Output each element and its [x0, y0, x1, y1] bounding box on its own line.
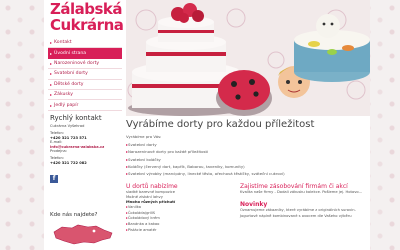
logo-line-2: Cukrárna	[50, 16, 124, 34]
nav-item-label: Svatební dorty	[54, 71, 88, 77]
nav-arrow-icon: ▸	[50, 50, 53, 56]
contact-shop-phone: +420 321 722 082	[50, 160, 87, 165]
supply-text: Kvalita naše firmy - Dodali zákusku kole…	[240, 190, 363, 194]
nav-item[interactable]: ▸ Zákusky	[48, 90, 122, 101]
news-item-1: Oznamujeme zákazníky, které vyrábíme z o…	[240, 207, 356, 212]
service-item: Koláčky (červený dort, kapřík, Baborou, …	[126, 163, 370, 170]
intro-text: Vyrábíme pro Vás:	[126, 134, 162, 139]
news-item-2: Jogurtové náplně kombinované s ovocem dl…	[240, 214, 352, 219]
nav-arrow-icon: ▸	[50, 71, 53, 77]
nav-item[interactable]: ▸ Narozeninové dorty	[48, 59, 122, 70]
nav-item-label: Úvodní strana	[54, 50, 87, 56]
contact-title: Rychlý kontakt	[50, 114, 102, 122]
news-title: Novinky	[240, 200, 268, 208]
offer-line-2: Možné získání lahvy	[126, 194, 163, 199]
nav-item-label: Narozeninové dorty	[54, 60, 100, 66]
nav-arrow-icon: ▸	[50, 102, 53, 108]
map-title: Kde nás najdete?	[50, 212, 98, 218]
nav-item[interactable]: ▸ Svatební dorty	[48, 69, 122, 80]
nav-item[interactable]: ▸ Úvodní strana	[48, 48, 122, 59]
service-item: Svatební dorty	[126, 141, 370, 148]
hero-cake-image	[126, 0, 370, 116]
supply-title: Zajistíme zásobování firmám či akcí	[240, 183, 348, 190]
nav-item-label: Jedlý papír	[54, 102, 79, 108]
offer-title: U dortů nabízíme	[126, 183, 178, 190]
nav-item-label: Zákusky	[54, 92, 74, 98]
nav-item-label: Dětské dorty	[54, 81, 84, 87]
page-title: Vyrábíme dorty pro každou příležitost	[126, 119, 315, 130]
nav-arrow-icon: ▸	[50, 81, 53, 87]
nav-item[interactable]: ▸ Kontakt	[48, 38, 122, 49]
nav-item[interactable]: ▸ Jedlý papír	[48, 100, 122, 111]
logo-line-1: Zálabská	[50, 0, 123, 18]
nav-arrow-icon: ▸	[50, 92, 53, 98]
nav-arrow-icon: ▸	[50, 40, 53, 46]
service-item: Svatební koláčky	[126, 156, 370, 163]
flavour-item: Pistácie amatér	[126, 228, 234, 234]
service-item: Narozeninové dorty pro každé příležitost…	[126, 148, 370, 155]
service-item: Svatební výrobky (marcipány, linecké těs…	[126, 170, 370, 177]
nav-arrow-icon: ▸	[50, 60, 53, 66]
czech-map-icon[interactable]	[48, 222, 118, 246]
supply-section: Zajistíme zásobování firmám či akcí Kval…	[240, 183, 368, 221]
nav-item[interactable]: ▸ Dětské dorty	[48, 80, 122, 90]
site-logo[interactable]: Zálabská Cukrárna	[50, 2, 124, 33]
facebook-icon[interactable]: f	[50, 175, 58, 184]
quick-contact: Rychlý kontakt Cukrárna Vyšehrad Telefon…	[50, 114, 122, 184]
main-navigation: ▸ Kontakt ▸ Úvodní strana ▸ Narozeninové dort…	[48, 38, 122, 111]
services-list: Svatební dortyNarozeninové dorty pro kaž…	[126, 141, 370, 177]
offer-section: U dortů nabízíme sladké barevné kompozic…	[126, 183, 234, 233]
nav-item-label: Kontakt	[54, 40, 72, 46]
flavours-list: VanilkaČokoláda/grilíšČokoládový krémBan…	[126, 205, 234, 233]
